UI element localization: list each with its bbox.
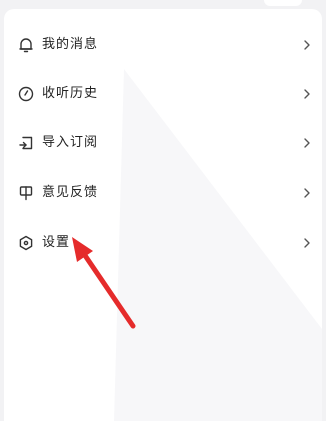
bell-icon [16,35,36,55]
screen: 我的消息 收听历史 导入订阅 意见反馈 设置 [0,0,326,421]
background-shading [114,69,322,421]
menu-item-import-subscriptions[interactable]: 导入订阅 [4,121,322,165]
chevron-right-icon [302,135,312,151]
feedback-icon [16,183,36,203]
menu-item-settings[interactable]: 设置 [4,221,322,265]
chevron-right-icon [302,86,312,102]
menu-item-label: 导入订阅 [42,135,99,150]
menu-item-my-messages[interactable]: 我的消息 [4,23,322,67]
menu-item-label: 我的消息 [42,37,99,52]
import-icon [16,133,36,153]
menu-item-label: 收听历史 [42,86,99,101]
clock-icon [16,84,36,104]
menu-item-feedback[interactable]: 意见反馈 [4,171,322,215]
menu-item-label: 意见反馈 [42,185,99,200]
chevron-right-icon [302,235,312,251]
chevron-right-icon [302,37,312,53]
menu-card: 我的消息 收听历史 导入订阅 意见反馈 设置 [4,9,322,421]
chevron-right-icon [302,185,312,201]
settings-icon [16,233,36,253]
menu-item-listening-history[interactable]: 收听历史 [4,72,322,116]
top-strip-corner [264,0,302,6]
menu-item-label: 设置 [42,235,71,250]
